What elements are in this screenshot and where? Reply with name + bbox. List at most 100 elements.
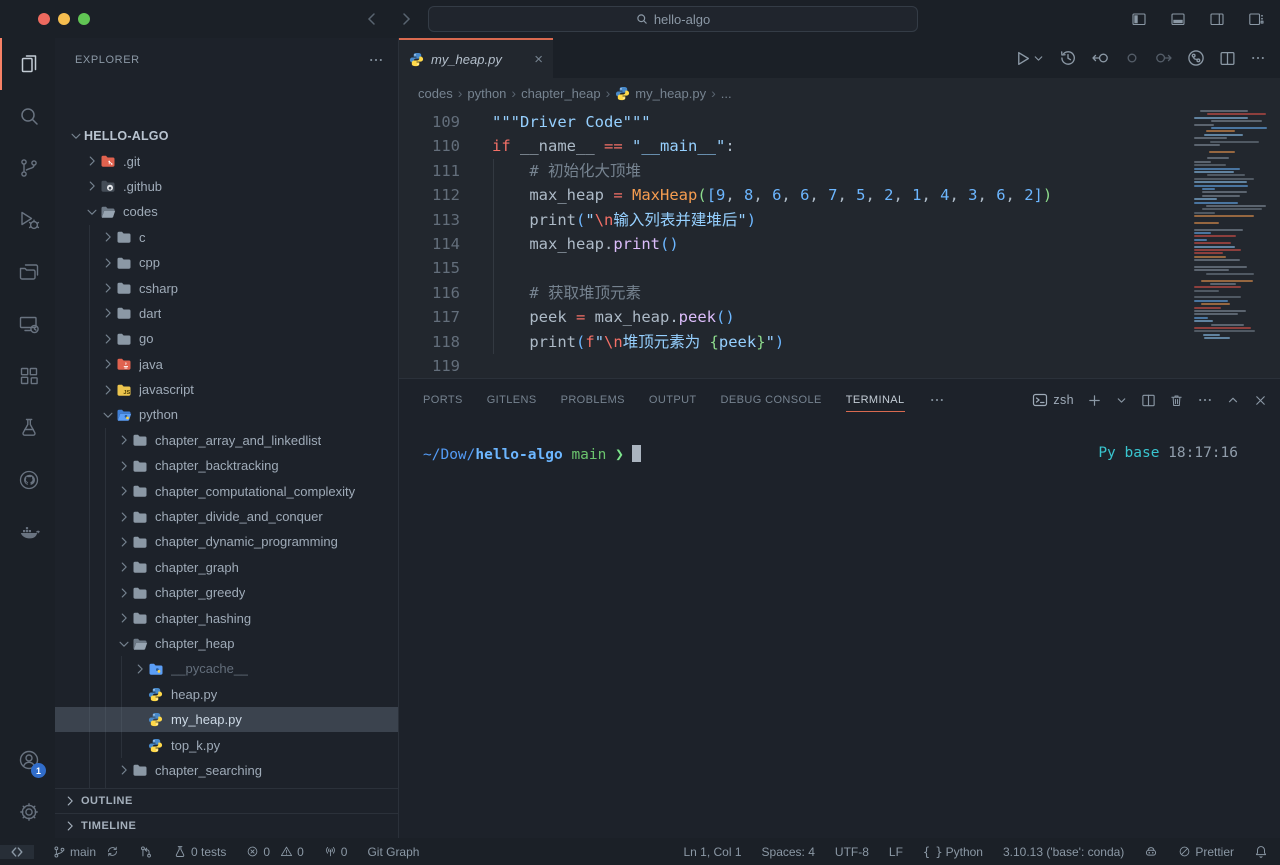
chevron-right-icon[interactable] xyxy=(84,178,100,194)
tree-folder-go[interactable]: go xyxy=(55,326,398,351)
panel-tab-gitlens[interactable]: GITLENS xyxy=(487,379,537,421)
minimize-window-button[interactable] xyxy=(58,13,70,25)
explorer-more-actions[interactable] xyxy=(368,52,384,68)
activity-explorer-icon[interactable] xyxy=(0,38,55,90)
breadcrumb-item-python[interactable]: python xyxy=(467,86,506,101)
status-prettier[interactable]: Prettier xyxy=(1176,845,1236,859)
tree-folder-chapter-graph[interactable]: chapter_graph xyxy=(55,555,398,580)
panel-tab-output[interactable]: OUTPUT xyxy=(649,379,697,421)
timeline-section[interactable]: TIMELINE xyxy=(55,813,398,838)
split-editor-button[interactable] xyxy=(1219,50,1236,67)
activity-accounts-icon[interactable]: 1 xyxy=(0,734,55,786)
git-graph-button[interactable] xyxy=(1187,49,1205,67)
tree-folder-chapter-backtracking[interactable]: chapter_backtracking xyxy=(55,453,398,478)
tree-folder-chapter-dynamic-programming[interactable]: chapter_dynamic_programming xyxy=(55,529,398,554)
chevron-right-icon[interactable] xyxy=(100,305,116,321)
tree-folder-java[interactable]: java xyxy=(55,352,398,377)
breadcrumb-item-codes[interactable]: codes xyxy=(418,86,453,101)
chevron-right-icon[interactable] xyxy=(116,483,132,499)
outline-section[interactable]: OUTLINE xyxy=(55,788,398,813)
activity-settings-icon[interactable] xyxy=(0,786,55,838)
maximize-panel-button[interactable] xyxy=(1226,393,1240,407)
customize-layout-button[interactable] xyxy=(1244,7,1268,31)
status-copilot[interactable] xyxy=(1142,845,1160,859)
chevron-down-icon[interactable] xyxy=(100,407,116,423)
close-window-button[interactable] xyxy=(38,13,50,25)
terminal-picker-button[interactable] xyxy=(1115,394,1128,407)
traffic-lights[interactable] xyxy=(38,13,90,25)
panel-more-tabs-icon[interactable] xyxy=(929,392,945,408)
tree-file-my-heap-py[interactable]: my_heap.py xyxy=(55,707,398,732)
chevron-right-icon[interactable] xyxy=(100,280,116,296)
tree-folder-javascript[interactable]: JSjavascript xyxy=(55,377,398,402)
status-feedback[interactable]: 0 xyxy=(322,845,350,859)
tree-folder-dart[interactable]: dart xyxy=(55,301,398,326)
activity-source-control-icon[interactable] xyxy=(0,142,55,194)
new-terminal-button[interactable] xyxy=(1087,393,1102,408)
tree-folder-chapter-divide-and-conquer[interactable]: chapter_divide_and_conquer xyxy=(55,504,398,529)
tree-root-hello-algo[interactable]: HELLO-ALGO xyxy=(55,123,398,148)
status-notifications[interactable] xyxy=(1252,845,1270,859)
panel-tab-debug-console[interactable]: DEBUG CONSOLE xyxy=(721,379,822,421)
status-problems[interactable]: 00 xyxy=(244,845,305,859)
chevron-right-icon[interactable] xyxy=(116,762,132,778)
breadcrumb-item--[interactable]: ... xyxy=(721,86,732,101)
tree-folder-chapter-hashing[interactable]: chapter_hashing xyxy=(55,605,398,630)
status-eol[interactable]: LF xyxy=(887,845,905,859)
status-python-interpreter[interactable]: 3.10.13 ('base': conda) xyxy=(1001,845,1126,859)
close-panel-button[interactable] xyxy=(1253,393,1268,408)
panel-tab-problems[interactable]: PROBLEMS xyxy=(561,379,625,421)
timeline-button[interactable] xyxy=(1059,49,1077,67)
activity-docker-icon[interactable] xyxy=(0,506,55,558)
tree-folder-codes[interactable]: codes xyxy=(55,199,398,224)
chevron-right-icon[interactable] xyxy=(116,610,132,626)
status-tests[interactable]: 0 tests xyxy=(171,845,228,859)
tree-folder--pycache-[interactable]: __pycache__ xyxy=(55,656,398,681)
chevron-right-icon[interactable] xyxy=(100,229,116,245)
breadcrumb-item-my-heap-py[interactable]: my_heap.py xyxy=(615,86,706,101)
run-button[interactable] xyxy=(1014,50,1045,67)
tree-folder-chapter-heap[interactable]: chapter_heap xyxy=(55,631,398,656)
chevron-down-icon[interactable] xyxy=(84,204,100,220)
chevron-right-icon[interactable] xyxy=(100,255,116,271)
status-cursor-position[interactable]: Ln 1, Col 1 xyxy=(681,845,743,859)
chevron-right-icon[interactable] xyxy=(100,331,116,347)
command-center-search[interactable]: hello-algo xyxy=(428,6,918,32)
tree-folder-c[interactable]: c xyxy=(55,225,398,250)
activity-github-icon[interactable] xyxy=(0,454,55,506)
chevron-right-icon[interactable] xyxy=(100,356,116,372)
tree-folder-csharp[interactable]: csharp xyxy=(55,275,398,300)
tree-folder--git[interactable]: .git xyxy=(55,148,398,173)
tree-folder-python[interactable]: python xyxy=(55,402,398,427)
chevron-right-icon[interactable] xyxy=(116,509,132,525)
activity-testing-icon[interactable] xyxy=(0,402,55,454)
breadcrumb-item-chapter-heap[interactable]: chapter_heap xyxy=(521,86,601,101)
close-tab-icon[interactable]: × xyxy=(534,51,543,68)
status-indentation[interactable]: Spaces: 4 xyxy=(760,845,817,859)
status-encoding[interactable]: UTF-8 xyxy=(833,845,871,859)
tree-folder--github[interactable]: .github xyxy=(55,174,398,199)
chevron-right-icon[interactable] xyxy=(116,458,132,474)
status-branch[interactable]: main xyxy=(50,845,121,859)
panel-tab-ports[interactable]: PORTS xyxy=(423,379,463,421)
tree-folder-cpp[interactable]: cpp xyxy=(55,250,398,275)
minimap[interactable] xyxy=(1194,110,1272,341)
panel-tab-terminal[interactable]: TERMINAL xyxy=(846,379,905,421)
chevron-right-icon[interactable] xyxy=(132,661,148,677)
terminal[interactable]: ~/Dow/hello-algo main ❯ Py base 18:17:16 xyxy=(399,421,1280,838)
activity-run-and-debug-icon[interactable] xyxy=(0,194,55,246)
tree-folder-chapter-array-and-linkedlist[interactable]: chapter_array_and_linkedlist xyxy=(55,428,398,453)
chevron-right-icon[interactable] xyxy=(100,382,116,398)
chevron-right-icon[interactable] xyxy=(116,534,132,550)
next-change-button[interactable] xyxy=(1155,49,1173,67)
chevron-right-icon[interactable] xyxy=(116,432,132,448)
tree-folder-chapter-sorting[interactable]: chapter_sorting xyxy=(55,783,398,788)
tree-file-heap-py[interactable]: heap.py xyxy=(55,682,398,707)
tree-folder-chapter-computational-complexity[interactable]: chapter_computational_complexity xyxy=(55,478,398,503)
tree-folder-chapter-greedy[interactable]: chapter_greedy xyxy=(55,580,398,605)
activity-search-icon[interactable] xyxy=(0,90,55,142)
status-compare[interactable] xyxy=(137,845,155,859)
zoom-window-button[interactable] xyxy=(78,13,90,25)
chevron-right-icon[interactable] xyxy=(116,559,132,575)
tree-file-top-k-py[interactable]: top_k.py xyxy=(55,732,398,757)
